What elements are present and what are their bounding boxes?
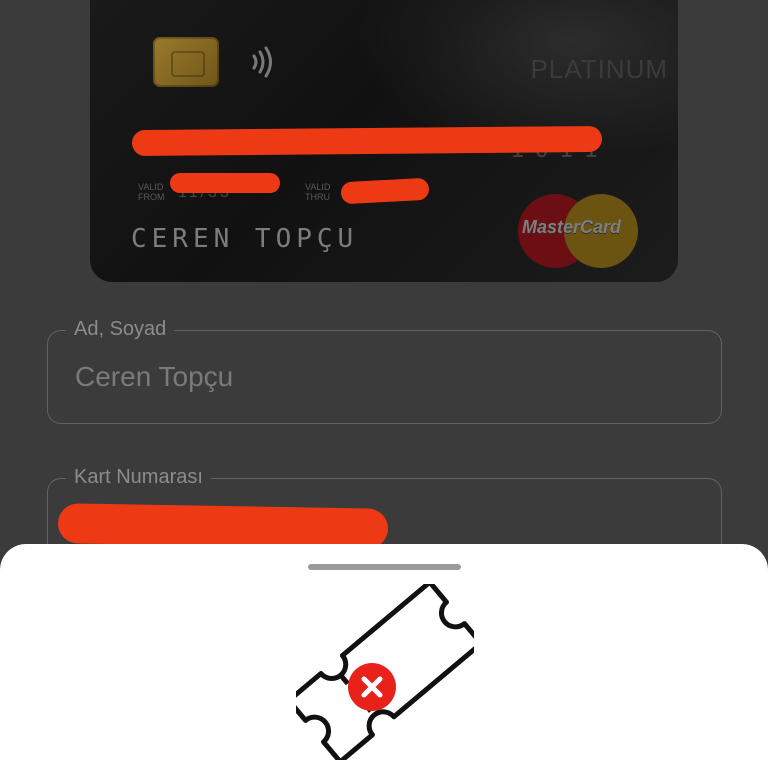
name-field-label: Ad, Soyad	[66, 318, 175, 341]
redaction-card-number-field	[57, 503, 389, 549]
sheet-grabber-handle[interactable]	[308, 564, 461, 570]
valid-thru-label: VALID THRU	[305, 182, 331, 202]
mastercard-logo-text: MasterCard	[522, 217, 622, 237]
bottom-sheet[interactable]	[0, 544, 768, 784]
mastercard-logo: MasterCard	[518, 194, 638, 268]
name-field-value[interactable]: Ceren Topçu	[75, 361, 233, 393]
card-chip-icon	[153, 37, 219, 87]
valid-from-label: VALID FROM	[138, 182, 165, 202]
redaction-card-number	[131, 125, 603, 157]
name-field[interactable]: Ad, Soyad Ceren Topçu	[47, 318, 722, 424]
redaction-valid-from	[170, 173, 280, 193]
contactless-icon	[252, 46, 272, 78]
card-tier-text: PLATINUM	[530, 54, 668, 84]
redaction-valid-thru	[340, 177, 430, 205]
card-number-field-label: Kart Numarası	[66, 466, 211, 489]
cardholder-name: CEREN TOPÇU	[131, 224, 359, 254]
ticket-error-icon	[296, 584, 474, 760]
